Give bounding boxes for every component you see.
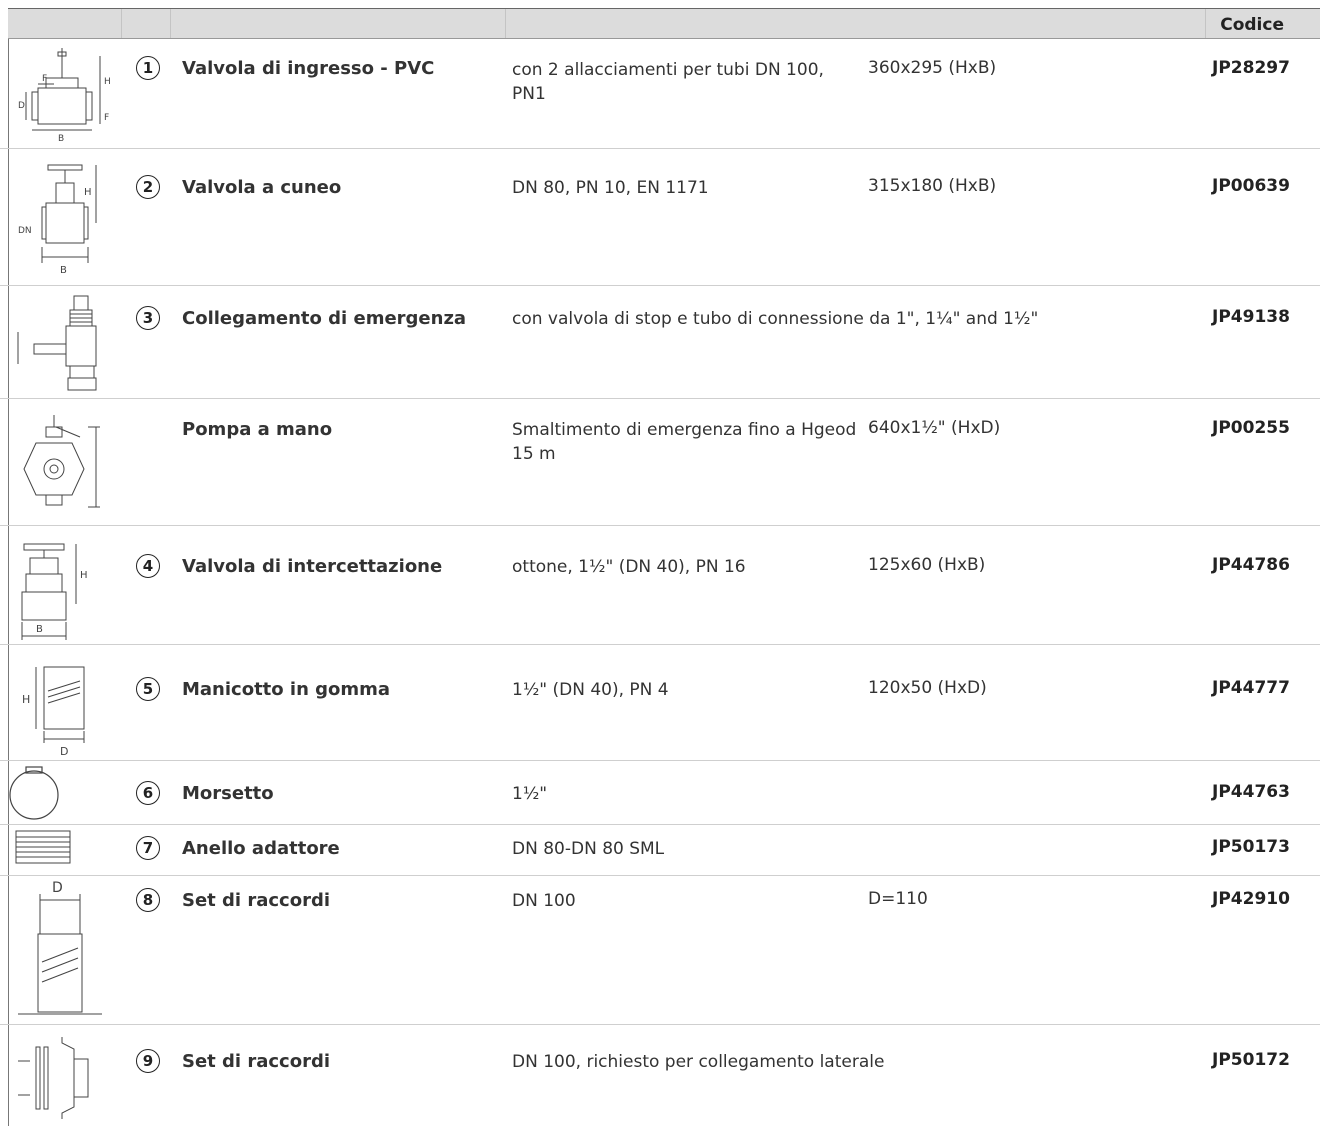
code-column-header: Codice: [1220, 15, 1284, 35]
item-description: DN 80-DN 80 SML: [512, 839, 665, 859]
hand-pump-icon: [23, 415, 100, 508]
dim-h-label: H: [104, 77, 111, 87]
item-name: Pompa a mano: [182, 419, 333, 440]
item-code: JP49138: [1212, 307, 1290, 327]
item-dimensions: 125x60 (HxB): [868, 555, 986, 575]
dim-b-label: B: [58, 134, 64, 144]
dim-d-label: D: [18, 101, 25, 111]
table-row: 7 Anello adattore DN 80-DN 80 SML JP5017…: [0, 825, 1320, 876]
dim-b-label: B: [60, 265, 67, 276]
shutoff-valve-icon: B H: [21, 543, 88, 640]
header-divider: [121, 9, 122, 38]
item-code: JP00639: [1212, 176, 1290, 196]
item-number-badge: 4: [136, 554, 160, 578]
table-row: Pompa a mano Smaltimento di emergenza fi…: [0, 399, 1320, 526]
item-number-badge: 7: [136, 836, 160, 860]
table-row: D H 5 Manicotto in gomma 1½" (DN 40), PN…: [0, 645, 1320, 761]
item-description: DN 80, PN 10, EN 1171: [512, 178, 709, 198]
gate-valve-icon: B H DN: [18, 164, 97, 276]
item-description: 1½": [512, 784, 548, 804]
item-description: ottone, 1½" (DN 40), PN 16: [512, 557, 746, 577]
table-row: B H DN 2 Valvola a cuneo DN 80, PN 10, E…: [0, 149, 1320, 286]
dim-d-label: D: [52, 880, 63, 896]
item-name: Valvola di intercettazione: [182, 556, 443, 577]
item-dimensions: 315x180 (HxB): [868, 176, 997, 196]
dim-f-label: F: [42, 74, 47, 84]
rubber-sleeve-icon: D H: [22, 666, 85, 758]
item-name: Set di raccordi: [182, 890, 331, 911]
item-code: JP50173: [1212, 837, 1290, 857]
item-code: JP44777: [1212, 678, 1290, 698]
fitting-set-icon: D: [18, 880, 102, 1015]
table-row: 3 Collegamento di emergenza con valvola …: [0, 286, 1320, 399]
dim-d-label: D: [60, 745, 68, 758]
emergency-connection-icon: [17, 295, 97, 391]
header-divider: [1205, 9, 1206, 38]
dim-dn-label: DN: [18, 226, 32, 236]
item-description: DN 100: [512, 891, 576, 911]
clamp-icon: [9, 766, 59, 820]
item-description: DN 100, richiesto per collegamento later…: [512, 1052, 885, 1072]
item-number-badge: 9: [136, 1049, 160, 1073]
side-fitting-set-icon: [18, 1037, 89, 1119]
item-name: Manicotto in gomma: [182, 679, 391, 700]
item-code: JP44786: [1212, 555, 1290, 575]
item-name: Anello adattore: [182, 838, 340, 859]
item-name: Morsetto: [182, 783, 274, 804]
adapter-ring-icon: [15, 830, 71, 864]
item-number-badge: 5: [136, 677, 160, 701]
item-dimensions: 640x1½" (HxD): [868, 418, 1001, 438]
item-code: JP50172: [1212, 1050, 1290, 1070]
dim-f-label: F: [104, 113, 109, 123]
table-row: B H D F F 1 Valvola di ingresso - PVC co…: [0, 40, 1320, 149]
item-code: JP42910: [1212, 889, 1290, 909]
item-number-badge: 6: [136, 781, 160, 805]
item-dimensions: D=110: [868, 889, 928, 909]
dim-h-label: H: [80, 570, 88, 581]
table-row: 6 Morsetto 1½" JP44763: [0, 761, 1320, 825]
item-name: Collegamento di emergenza: [182, 308, 467, 329]
header-divider: [170, 9, 171, 38]
item-code: JP00255: [1212, 418, 1290, 438]
pvc-inlet-valve-icon: B H D F F: [18, 48, 111, 144]
table-row: D 8 Set di raccordi DN 100 D=110 JP42910: [0, 876, 1320, 1025]
item-number-badge: 2: [136, 175, 160, 199]
item-description: 1½" (DN 40), PN 4: [512, 680, 669, 700]
dim-h-label: H: [84, 187, 92, 198]
table-row: B H 4 Valvola di intercettazione ottone,…: [0, 526, 1320, 645]
item-name: Set di raccordi: [182, 1051, 331, 1072]
header-divider: [505, 9, 506, 38]
item-name: Valvola a cuneo: [182, 177, 342, 198]
item-description: con valvola di stop e tubo di connession…: [512, 309, 1039, 329]
dim-h-label: H: [22, 693, 30, 706]
item-number-badge: 1: [136, 56, 160, 80]
item-code: JP28297: [1212, 58, 1290, 78]
item-description: Smaltimento di emergenza fino a Hgeod 15…: [512, 420, 857, 464]
item-dimensions: 120x50 (HxD): [868, 678, 987, 698]
dim-b-label: B: [36, 624, 43, 635]
item-description: con 2 allacciamenti per tubi DN 100, PN1: [512, 60, 824, 104]
table-row: 9 Set di raccordi DN 100, richiesto per …: [0, 1025, 1320, 1126]
item-name: Valvola di ingresso - PVC: [182, 58, 435, 79]
item-code: JP44763: [1212, 782, 1290, 802]
item-number-badge: 8: [136, 888, 160, 912]
item-number-badge: 3: [136, 306, 160, 330]
table-header: Codice: [8, 8, 1320, 39]
item-dimensions: 360x295 (HxB): [868, 58, 997, 78]
